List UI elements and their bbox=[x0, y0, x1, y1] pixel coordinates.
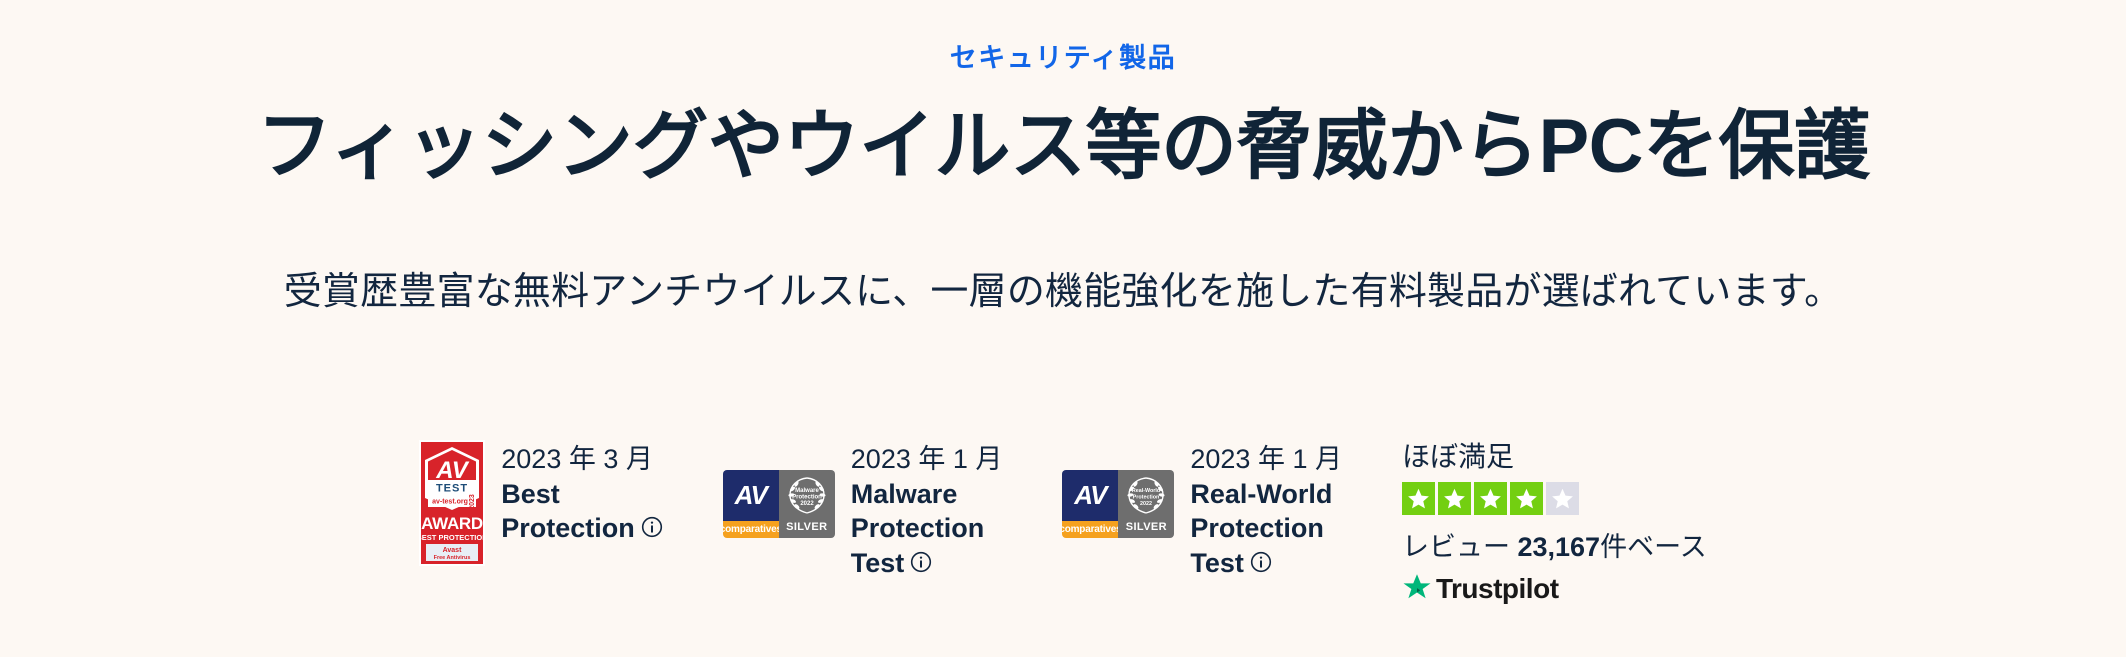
trustpilot-logo[interactable]: Trustpilot bbox=[1402, 572, 1559, 607]
svg-text:av-test.org: av-test.org bbox=[432, 499, 468, 506]
award-title-line1: Malware bbox=[850, 478, 958, 509]
award-title-line1: Real-World bbox=[1190, 478, 1333, 509]
award-date: 2023 年 1 月 bbox=[1190, 444, 1342, 474]
wreath-line2: Protection bbox=[1133, 495, 1160, 501]
award-title-line2: Protection bbox=[850, 513, 985, 544]
star-icon-filled bbox=[1401, 481, 1435, 515]
wreath-line1: Real-World bbox=[1132, 488, 1160, 494]
info-circle-icon[interactable] bbox=[1250, 547, 1272, 582]
award-text-block: 2023 年 1 月 Real-World Protection Test bbox=[1190, 440, 1342, 581]
award-title-line3-text: Test bbox=[1190, 547, 1244, 578]
svg-text:2023: 2023 bbox=[469, 494, 476, 510]
star-icon-filled bbox=[1437, 481, 1471, 515]
award-date: 2023 年 3 月 bbox=[501, 444, 653, 474]
av-comparatives-medal-label: SILVER bbox=[1125, 520, 1168, 533]
trustpilot-review-count: レビュー 23,167件ベース bbox=[1402, 525, 1707, 564]
svg-text:Avast: Avast bbox=[443, 547, 462, 554]
info-circle-icon[interactable] bbox=[641, 512, 663, 547]
award-title-line2: Protection bbox=[1190, 513, 1324, 544]
award-item-malware-protection: AV comparatives Malware Protection 2022 … bbox=[722, 440, 1003, 581]
trustpilot-star-rating bbox=[1401, 481, 1579, 515]
av-comparatives-brand-sub: comparatives bbox=[1062, 521, 1122, 538]
reviews-count: 23,167 bbox=[1517, 531, 1601, 562]
award-item-real-world-protection: AV comparatives Real-World Protection 20… bbox=[1062, 440, 1342, 581]
star-icon-filled bbox=[1509, 481, 1543, 515]
page-subtitle: 受賞歴豊富な無料アンチウイルスに、一層の機能強化を施した有料製品が選ばれています… bbox=[283, 271, 1843, 314]
eyebrow-label: セキュリティ製品 bbox=[949, 43, 1177, 73]
av-test-award-badge-icon: AV TEST av-test.org 2023 AWARD BEST PROT… bbox=[417, 440, 488, 566]
svg-text:AWARD: AWARD bbox=[421, 514, 483, 533]
av-comparatives-medal-block: Real-World Protection 2022 SILVER bbox=[1118, 470, 1175, 538]
svg-text:BEST PROTECTION: BEST PROTECTION bbox=[419, 533, 485, 542]
award-title-line2-text: Protection bbox=[501, 513, 635, 544]
svg-text:Free Antivirus: Free Antivirus bbox=[434, 555, 471, 561]
info-circle-icon[interactable] bbox=[910, 547, 932, 582]
security-products-hero: セキュリティ製品 フィッシングやウイルス等の脅威からPCを保護 受賞歴豊富な無料… bbox=[0, 0, 2126, 657]
award-title-line3: Test bbox=[851, 546, 1003, 582]
star-icon-filled bbox=[1473, 481, 1507, 515]
reviews-prefix: レビュー bbox=[1401, 531, 1518, 562]
award-title-line2: Protection bbox=[501, 511, 663, 547]
trustpilot-star-icon bbox=[1402, 572, 1432, 607]
star-icon-empty bbox=[1545, 481, 1579, 515]
av-comparatives-silver-badge-icon: AV comparatives bbox=[722, 470, 835, 538]
award-title-line1: Best bbox=[501, 478, 560, 509]
awards-row: AV TEST av-test.org 2023 AWARD BEST PROT… bbox=[0, 440, 2126, 607]
wreath-line3: 2022 bbox=[800, 501, 814, 507]
award-item-av-test: AV TEST av-test.org 2023 AWARD BEST PROT… bbox=[417, 440, 663, 566]
award-title-line3: Test bbox=[1190, 546, 1342, 582]
trustpilot-verdict: ほぼ満足 bbox=[1401, 441, 1514, 472]
wreath-line1: Malware bbox=[795, 488, 819, 494]
av-comparatives-brand-block: AV comparatives bbox=[1062, 470, 1122, 538]
laurel-wreath-icon: Real-World Protection 2022 bbox=[1123, 470, 1169, 518]
av-comparatives-medal-block: Malware Protection 2022 SILVER bbox=[778, 470, 835, 538]
award-text-block: 2023 年 1 月 Malware Protection Test bbox=[851, 440, 1003, 581]
av-comparatives-medal-label: SILVER bbox=[786, 520, 828, 533]
wreath-line2: Protection bbox=[792, 495, 822, 501]
av-comparatives-brand-sub: comparatives bbox=[722, 521, 782, 538]
av-comparatives-brand: AV bbox=[722, 470, 779, 521]
av-comparatives-brand: AV bbox=[1062, 470, 1119, 521]
award-title-line3-text: Test bbox=[850, 547, 905, 578]
svg-text:AV: AV bbox=[435, 457, 470, 484]
page-title: フィッシングやウイルス等の脅威からPCを保護 bbox=[256, 104, 1870, 190]
av-comparatives-brand-block: AV comparatives bbox=[722, 470, 782, 538]
wreath-line3: 2022 bbox=[1140, 501, 1152, 507]
award-text-block: 2023 年 3 月 Best Protection bbox=[501, 440, 663, 547]
trustpilot-logo-name: Trustpilot bbox=[1435, 573, 1559, 605]
laurel-wreath-icon: Malware Protection 2022 bbox=[784, 470, 830, 518]
av-comparatives-silver-badge-icon: AV comparatives bbox=[1062, 470, 1175, 538]
svg-text:TEST: TEST bbox=[436, 483, 468, 495]
award-date: 2023 年 1 月 bbox=[850, 444, 1003, 474]
reviews-suffix: 件ベース bbox=[1600, 531, 1707, 562]
trustpilot-rating[interactable]: ほぼ満足 レビュー 23,167件ベース Trustpilot bbox=[1401, 440, 1707, 607]
